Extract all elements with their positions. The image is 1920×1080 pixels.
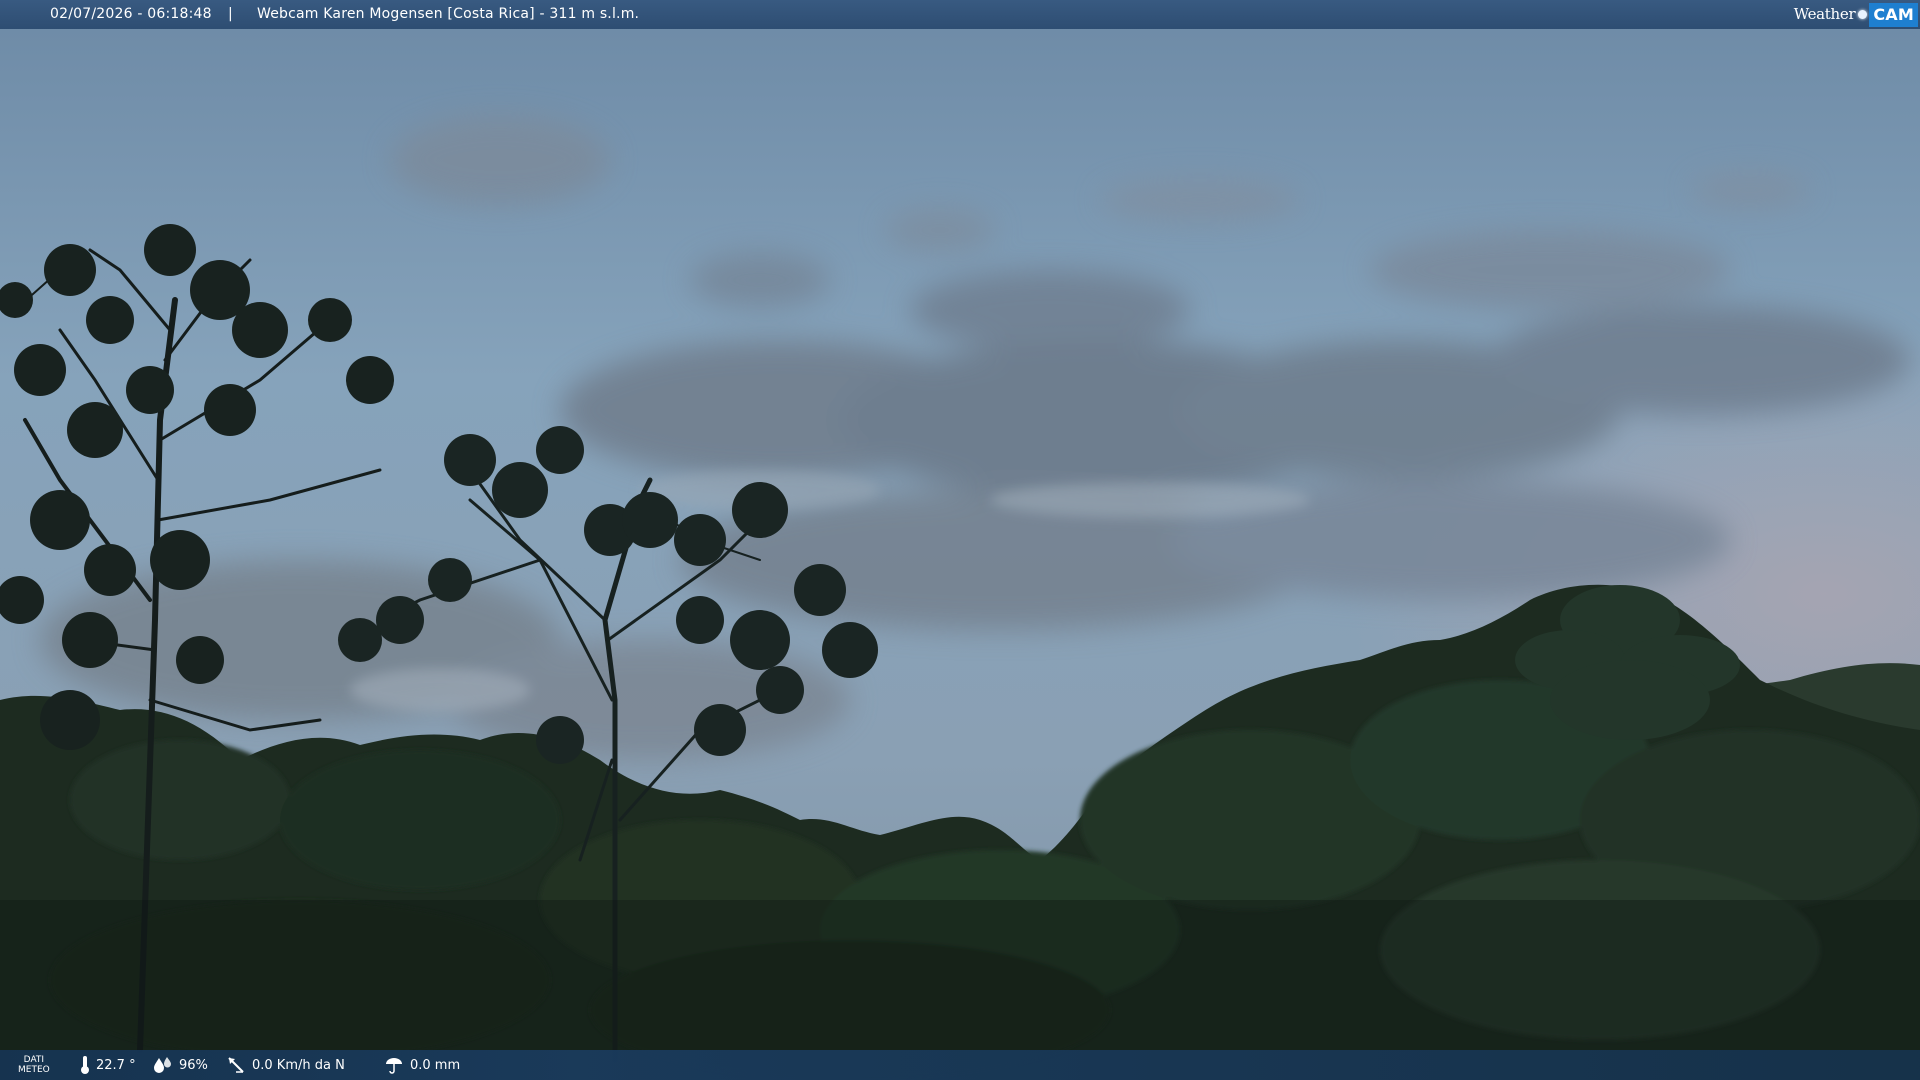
- webcam-image: [0, 0, 1920, 1080]
- thermometer-icon: [81, 1056, 89, 1074]
- webcam-title: Webcam Karen Mogensen [Costa Rica] - 311…: [257, 6, 640, 22]
- wind-vane-icon: [228, 1057, 244, 1073]
- wind-value: 0.0 Km/h da N: [252, 1057, 345, 1073]
- webcam-frame: 02/07/2026 - 06:18:48 | Webcam Karen Mog…: [0, 0, 1920, 1080]
- separator: |: [228, 6, 233, 22]
- rain-gauge-icon: [386, 1058, 402, 1074]
- logo-sun-icon: [1858, 10, 1868, 19]
- humidity-value: 96%: [179, 1057, 208, 1073]
- weather-data-label-line2: METEO: [18, 1065, 50, 1075]
- logo-cam-text: CAM: [1869, 2, 1918, 27]
- weather-data-label: DATI METEO: [18, 1050, 50, 1080]
- wind-reading: 0.0 Km/h da N: [226, 1050, 345, 1080]
- weather-data-bar: DATI METEO 22.7 ° 96% 0.0 Km/h da N 0.0 …: [0, 1050, 1920, 1080]
- capture-datetime: 02/07/2026 - 06:18:48: [50, 6, 212, 22]
- temperature-reading: 22.7 °: [80, 1050, 136, 1080]
- weather-data-label-line1: DATI: [23, 1055, 45, 1065]
- temperature-value: 22.7 °: [96, 1057, 136, 1073]
- webcam-info-bar: 02/07/2026 - 06:18:48 | Webcam Karen Mog…: [0, 0, 1920, 29]
- weathercam-logo: Weather CAM: [1794, 2, 1918, 27]
- rain-reading: 0.0 mm: [384, 1050, 460, 1080]
- humidity-reading: 96%: [153, 1050, 208, 1080]
- humidity-drops-icon: [154, 1057, 171, 1073]
- rain-value: 0.0 mm: [410, 1057, 461, 1073]
- logo-weather-text: Weather: [1793, 5, 1856, 23]
